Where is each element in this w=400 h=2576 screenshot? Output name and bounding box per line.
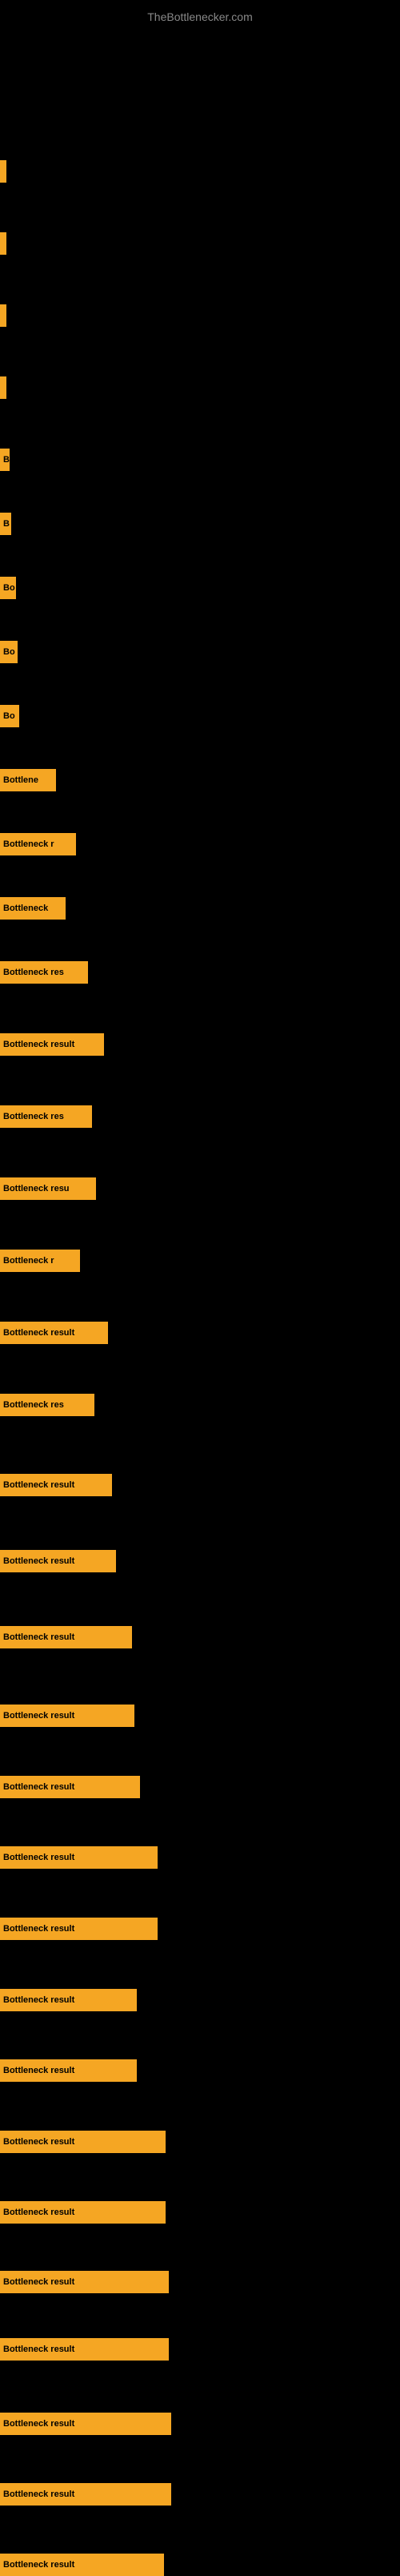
bar-row: B [0,449,400,471]
bar-row: Bottleneck res [0,961,400,984]
bar: Bottleneck [0,897,66,920]
bar-row: Bottleneck result [0,2201,400,2224]
bar-row: Bottleneck result [0,1989,400,2011]
bar-row: Bottleneck res [0,1394,400,1416]
bar-row: Bottleneck result [0,1626,400,1648]
bar: Bottleneck result [0,2131,166,2153]
bar: Bottleneck result [0,1846,158,1869]
bar-row: Bottlene [0,769,400,791]
bar: Bottleneck result [0,1033,104,1056]
bar: Bottleneck result [0,2483,171,2506]
bar-row: Bottleneck [0,897,400,920]
bar: Bottleneck result [0,1918,158,1940]
bar: Bottleneck result [0,1474,112,1496]
bar [0,160,6,183]
site-title: TheBottlenecker.com [0,4,400,30]
bar: Bottleneck r [0,1250,80,1272]
bar-row: Bottleneck result [0,2271,400,2293]
bar-row: Bottleneck result [0,2059,400,2082]
bar: Bottleneck result [0,2271,169,2293]
bar: Bo [0,705,19,727]
bar [0,232,6,255]
bar: Bottleneck res [0,1105,92,1128]
bar-row: Bottleneck result [0,2131,400,2153]
bar-row [0,304,400,327]
bar: Bottleneck result [0,1322,108,1344]
bar: Bo [0,641,18,663]
bar-row: Bo [0,577,400,599]
bar-row: Bottleneck result [0,1033,400,1056]
bar-row: Bottleneck result [0,1846,400,1869]
bar-row: Bottleneck result [0,2338,400,2361]
bar-row: Bottleneck result [0,1550,400,1572]
bar-row: Bottleneck r [0,833,400,855]
bar-row [0,160,400,183]
bar: Bo [0,577,16,599]
bar: Bottleneck result [0,2338,169,2361]
bar: B [0,513,11,535]
bar: Bottleneck result [0,1705,134,1727]
bar: Bottleneck r [0,833,76,855]
bar: B [0,449,10,471]
bar [0,304,6,327]
bar-row [0,232,400,255]
bar-row: Bottleneck result [0,1322,400,1344]
bar [0,376,6,399]
bar-row: Bottleneck result [0,1705,400,1727]
bar: Bottleneck result [0,1776,140,1798]
bar: Bottleneck result [0,2413,171,2435]
bar: Bottleneck res [0,1394,94,1416]
bar: Bottleneck result [0,1550,116,1572]
bar: Bottleneck result [0,1626,132,1648]
bar-row: Bottleneck res [0,1105,400,1128]
bar: Bottleneck result [0,2059,137,2082]
bar: Bottleneck result [0,2554,164,2576]
bar-row: Bottleneck result [0,2413,400,2435]
bar: Bottleneck resu [0,1177,96,1200]
bar-row: Bottleneck result [0,1776,400,1798]
bar: Bottleneck result [0,2201,166,2224]
bar-row: B [0,513,400,535]
bar: Bottleneck result [0,1989,137,2011]
bar: Bottlene [0,769,56,791]
bar-row: Bottleneck result [0,2483,400,2506]
bar-row: Bottleneck r [0,1250,400,1272]
bar: Bottleneck res [0,961,88,984]
bar-row: Bottleneck result [0,2554,400,2576]
bar-row: Bottleneck resu [0,1177,400,1200]
bar-row: Bo [0,705,400,727]
bar-row: Bottleneck result [0,1474,400,1496]
bar-row [0,376,400,399]
bar-row: Bo [0,641,400,663]
bar-row: Bottleneck result [0,1918,400,1940]
